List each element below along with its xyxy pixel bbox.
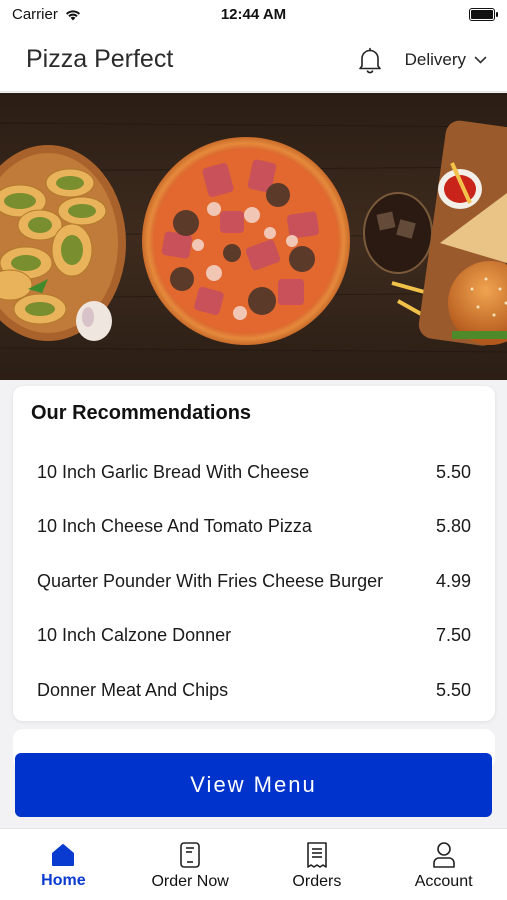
list-item[interactable]: 10 Inch Calzone Donner 7.50 (31, 609, 471, 664)
item-price: 5.80 (435, 516, 471, 537)
item-name: Quarter Pounder With Fries Cheese Burger (37, 570, 384, 591)
tab-home[interactable]: Home (0, 829, 127, 900)
hero-banner (0, 93, 507, 380)
tab-label: Order Now (151, 872, 229, 890)
carrier-group: Carrier (12, 6, 82, 23)
bottom-tab-bar: Home Order Now Orders Account (0, 828, 507, 900)
item-name: Donner Meat And Chips (37, 679, 229, 700)
tab-label: Orders (292, 872, 342, 890)
carrier-label: Carrier (12, 5, 58, 23)
home-icon (52, 843, 75, 866)
item-price: 4.99 (435, 570, 471, 591)
bell-icon[interactable] (357, 46, 383, 74)
status-bar: Carrier 12:44 AM (0, 0, 507, 28)
item-name: 10 Inch Cheese And Tomato Pizza (37, 516, 312, 537)
hero-food-image (0, 93, 507, 380)
app-header: Pizza Perfect Delivery (0, 28, 507, 92)
tab-order-now[interactable]: Order Now (127, 829, 254, 900)
item-name: 10 Inch Calzone Donner (37, 625, 232, 646)
item-price: 5.50 (435, 461, 471, 482)
user-icon (432, 841, 455, 868)
tab-account[interactable]: Account (380, 829, 507, 900)
item-name: 10 Inch Garlic Bread With Cheese (37, 461, 310, 482)
tab-orders[interactable]: Orders (254, 829, 381, 900)
item-price: 7.50 (435, 625, 471, 646)
wifi-icon (65, 9, 80, 20)
view-menu-button[interactable]: View Menu (15, 753, 492, 817)
recommendations-card: Our Recommendations 10 Inch Garlic Bread… (13, 386, 495, 721)
order-icon (180, 841, 200, 868)
item-price: 5.50 (435, 679, 471, 700)
tab-label: Account (414, 872, 473, 890)
list-item[interactable]: Donner Meat And Chips 5.50 (31, 663, 471, 718)
chevron-down-icon (474, 56, 487, 64)
app-title: Pizza Perfect (26, 45, 174, 73)
header-actions: Delivery (357, 46, 487, 74)
list-item[interactable]: Quarter Pounder With Fries Cheese Burger… (31, 554, 471, 609)
recommendations-title: Our Recommendations (31, 402, 252, 424)
delivery-label: Delivery (404, 49, 466, 69)
tab-label: Home (41, 871, 86, 889)
battery-icon (469, 7, 498, 21)
delivery-selector[interactable]: Delivery (405, 50, 487, 70)
list-item[interactable]: 10 Inch Cheese And Tomato Pizza 5.80 (31, 500, 471, 555)
list-item[interactable]: 10 Inch Garlic Bread With Cheese 5.50 (31, 445, 471, 500)
receipt-icon (307, 841, 327, 868)
